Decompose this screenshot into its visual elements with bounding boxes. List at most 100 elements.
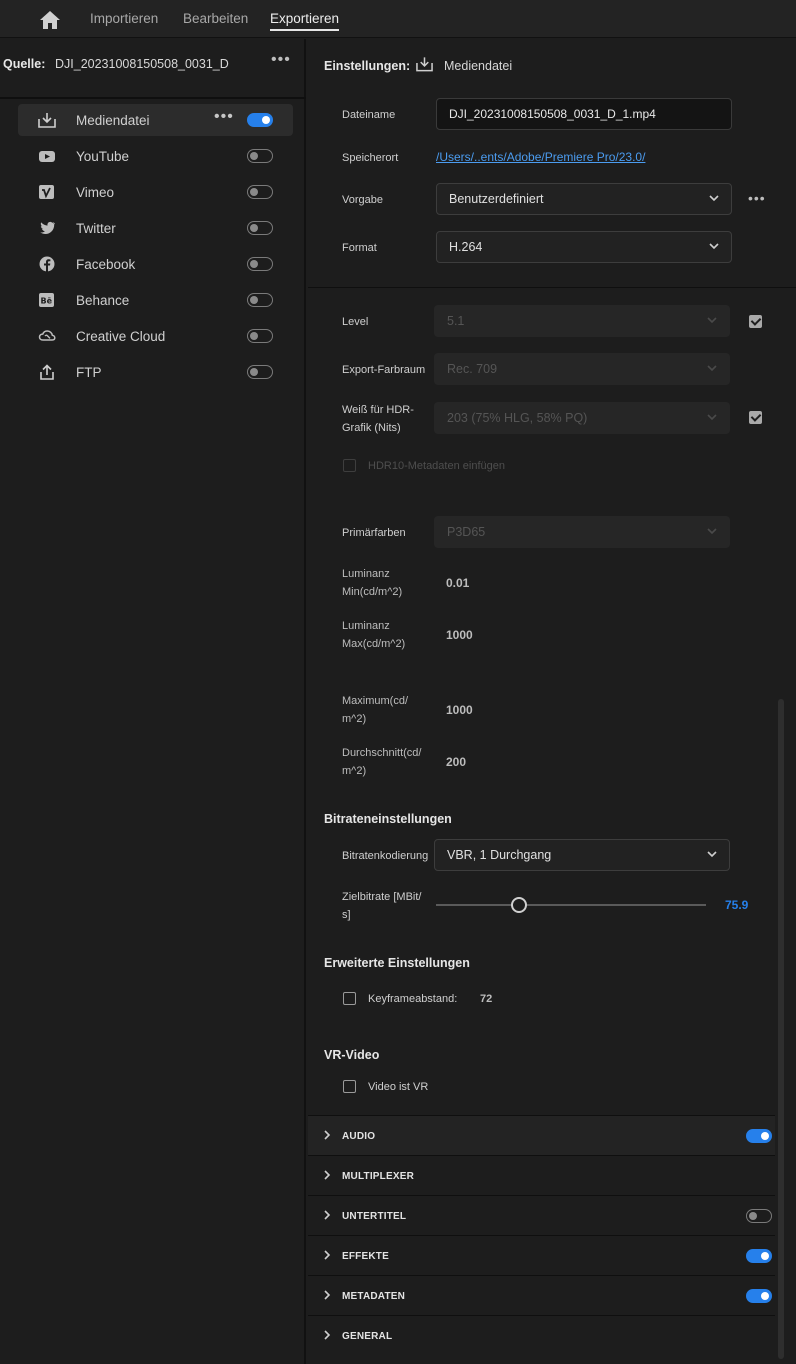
chevron-down-icon — [709, 243, 719, 250]
location-label: Speicherort — [342, 152, 399, 164]
section-label: AUDIO — [342, 1131, 376, 1142]
destination-ftp[interactable]: FTP — [18, 356, 293, 388]
chevron-down-icon — [709, 195, 719, 202]
destination-behance[interactable]: Bē Behance — [18, 284, 293, 316]
source-name: DJI_20231008150508_0031_D — [55, 57, 229, 71]
source-header: Quelle: DJI_20231008150508_0031_D ••• — [0, 39, 306, 99]
format-select[interactable]: H.264 — [436, 231, 732, 263]
preset-label: Vorgabe — [342, 194, 383, 206]
level-label: Level — [342, 316, 369, 328]
tab-exportieren[interactable]: Exportieren — [270, 11, 340, 31]
primaries-label: Primärfarben — [342, 527, 406, 539]
vimeo-toggle[interactable] — [247, 185, 273, 199]
section-audio[interactable]: AUDIO — [308, 1115, 775, 1155]
ftp-toggle[interactable] — [247, 365, 273, 379]
maximum-value[interactable]: 1000 — [446, 703, 473, 717]
section-label: MULTIPLEXER — [342, 1171, 415, 1182]
hdr10-checkbox — [343, 459, 356, 472]
mediendatei-toggle[interactable] — [247, 113, 273, 127]
download-icon — [38, 113, 56, 128]
source-more-icon[interactable]: ••• — [271, 51, 291, 69]
level-value: 5.1 — [447, 314, 465, 328]
lum-min-value[interactable]: 0.01 — [446, 576, 469, 590]
section-general[interactable]: GENERAL — [308, 1315, 775, 1355]
more-icon[interactable]: ••• — [214, 108, 234, 126]
maximum-label: Maximum(cd/m^2) — [342, 692, 408, 728]
section-effekte[interactable]: EFFEKTE — [308, 1235, 775, 1275]
audio-toggle[interactable] — [746, 1129, 772, 1143]
settings-target: Mediendatei — [444, 59, 513, 73]
effekte-toggle[interactable] — [746, 1249, 772, 1263]
format-value: H.264 — [449, 240, 483, 254]
preset-select[interactable]: Benutzerdefiniert — [436, 183, 732, 215]
settings-header: Einstellungen: — [324, 59, 411, 73]
top-bar: Importieren Bearbeiten Exportieren — [0, 0, 796, 38]
twitter-toggle[interactable] — [247, 221, 273, 235]
chevron-down-icon — [707, 414, 717, 421]
filename-field[interactable]: DJI_20231008150508_0031_D_1.mp4 — [436, 98, 732, 130]
bitrate-value[interactable]: 75.9 — [725, 898, 748, 912]
chevron-right-icon — [324, 1130, 331, 1140]
section-multiplexer[interactable]: MULTIPLEXER — [308, 1155, 775, 1195]
chevron-down-icon — [707, 317, 717, 324]
destination-facebook[interactable]: Facebook — [18, 248, 293, 280]
lum-max-label: Luminanz Max(cd/m^2) — [342, 617, 405, 653]
bitrate-encoding-select[interactable]: VBR, 1 Durchgang — [434, 839, 730, 871]
youtube-toggle[interactable] — [247, 149, 273, 163]
youtube-icon — [39, 151, 55, 162]
lum-max-label-line1: Luminanz — [342, 620, 390, 632]
section-label: METADATEN — [342, 1291, 406, 1302]
level-checkbox[interactable] — [749, 315, 762, 328]
colorspace-value: Rec. 709 — [447, 362, 498, 376]
source-label: Quelle: — [3, 57, 46, 71]
destination-mediendatei[interactable]: Mediendatei ••• — [18, 104, 293, 136]
colorspace-select: Rec. 709 — [434, 353, 730, 385]
behance-toggle[interactable] — [247, 293, 273, 307]
section-label: GENERAL — [342, 1331, 393, 1342]
metadaten-toggle[interactable] — [746, 1289, 772, 1303]
target-bitrate-label-line1: Zielbitrate [MBit/ — [342, 891, 422, 903]
bitrate-encoding-label: Bitratenkodierung — [342, 850, 429, 862]
maximum-label-line1: Maximum(cd/ — [342, 695, 409, 707]
destination-label: Vimeo — [76, 185, 115, 200]
hdr-white-checkbox[interactable] — [749, 411, 762, 424]
chevron-down-icon — [707, 851, 717, 858]
upload-icon — [40, 364, 54, 380]
bitrate-slider-track[interactable] — [436, 904, 706, 906]
tab-bearbeiten[interactable]: Bearbeiten — [183, 11, 248, 26]
destination-vimeo[interactable]: Vimeo — [18, 176, 293, 208]
destination-youtube[interactable]: YouTube — [18, 140, 293, 172]
section-untertitel[interactable]: UNTERTITEL — [308, 1195, 775, 1235]
untertitel-toggle[interactable] — [746, 1209, 772, 1223]
target-bitrate-label-line2: s] — [342, 909, 351, 921]
section-metadaten[interactable]: METADATEN — [308, 1275, 775, 1315]
advanced-header: Erweiterte Einstellungen — [324, 956, 470, 970]
bitrate-encoding-value: VBR, 1 Durchgang — [447, 848, 552, 862]
destination-label: Facebook — [76, 257, 136, 272]
bitrate-header: Bitrateneinstellungen — [324, 812, 452, 826]
destination-twitter[interactable]: Twitter — [18, 212, 293, 244]
filename-label: Dateiname — [342, 109, 396, 121]
lum-max-value[interactable]: 1000 — [446, 628, 473, 642]
destination-label: Creative Cloud — [76, 329, 166, 344]
location-link[interactable]: /Users/..ents/Adobe/Premiere Pro/23.0/ — [436, 150, 645, 164]
section-label: EFFEKTE — [342, 1251, 389, 1262]
vr-header: VR-Video — [324, 1048, 380, 1062]
tab-importieren[interactable]: Importieren — [90, 11, 158, 26]
facebook-toggle[interactable] — [247, 257, 273, 271]
keyframe-checkbox[interactable] — [343, 992, 356, 1005]
average-value[interactable]: 200 — [446, 755, 466, 769]
creative-cloud-toggle[interactable] — [247, 329, 273, 343]
keyframe-value: 72 — [480, 993, 493, 1005]
destination-label: YouTube — [76, 149, 130, 164]
lum-min-label-line2: Min(cd/m^2) — [342, 586, 403, 598]
colorspace-label: Export-Farbraum — [342, 364, 426, 376]
maximum-label-line2: m^2) — [342, 713, 367, 725]
bitrate-slider-thumb[interactable] — [511, 897, 527, 913]
destination-creative-cloud[interactable]: Creative Cloud — [18, 320, 293, 352]
scrollbar[interactable] — [778, 699, 784, 1359]
chevron-right-icon — [324, 1290, 331, 1300]
preset-more-icon[interactable]: ••• — [748, 190, 766, 206]
vr-checkbox[interactable] — [343, 1080, 356, 1093]
home-icon[interactable] — [39, 10, 61, 30]
